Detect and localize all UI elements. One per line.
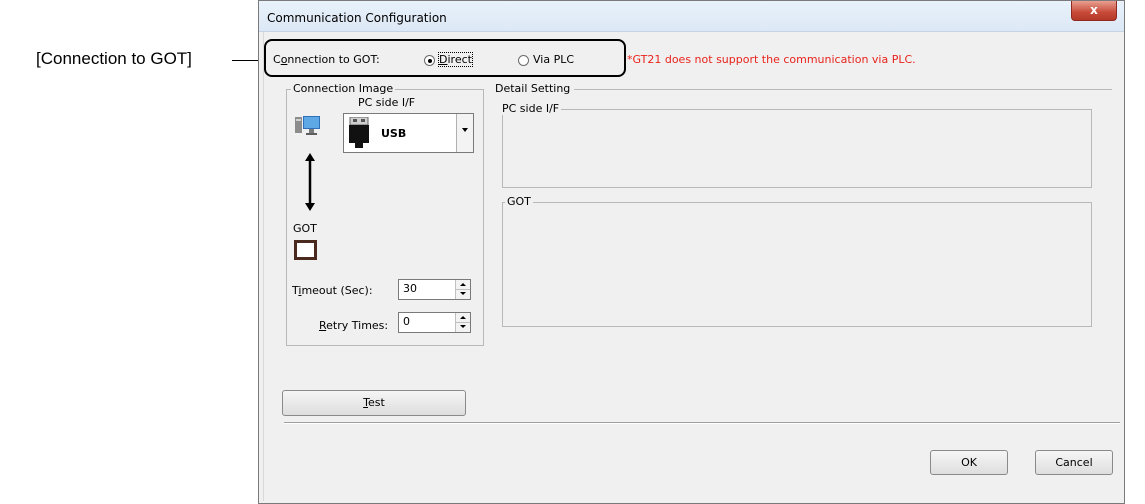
communication-configuration-dialog: Communication Configuration x Connection…: [258, 0, 1125, 504]
interface-value: USB: [381, 127, 407, 140]
close-button[interactable]: x: [1071, 1, 1117, 21]
test-button[interactable]: Test: [282, 390, 466, 416]
retry-times-input[interactable]: 0: [398, 312, 471, 333]
timeout-label: Timeout (Sec):: [292, 284, 373, 297]
direct-radio[interactable]: [424, 55, 435, 66]
via-plc-radio[interactable]: [518, 55, 529, 66]
got-screen-icon: [294, 240, 317, 260]
bidirectional-arrow-icon: [303, 153, 317, 211]
detail-setting-title: Detail Setting: [493, 82, 573, 95]
detail-setting-divider: [574, 89, 1112, 90]
footer-separator: [284, 422, 1120, 424]
timeout-up-icon[interactable]: [456, 280, 470, 290]
timeout-down-icon[interactable]: [456, 290, 470, 300]
retry-spinner[interactable]: [455, 313, 470, 332]
timeout-value: 30: [403, 282, 417, 295]
timeout-spinner[interactable]: [455, 280, 470, 299]
interface-dropdown-button[interactable]: [456, 114, 473, 152]
window-title: Communication Configuration: [267, 11, 447, 25]
timeout-input[interactable]: 30: [398, 279, 471, 300]
pc-side-if-detail-title: PC side I/F: [500, 102, 562, 115]
got-detail-title: GOT: [505, 195, 533, 208]
title-bar: Communication Configuration x: [259, 1, 1124, 32]
pc-side-interface-select[interactable]: USB: [343, 113, 474, 153]
dialog-client-area: Connection to GOT: Direct Via PLC *GT21 …: [263, 32, 1121, 501]
retry-down-icon[interactable]: [456, 323, 470, 333]
retry-times-label: Retry Times:: [319, 319, 389, 332]
connection-to-got-label: Connection to GOT:: [273, 53, 380, 66]
usb-icon: [348, 116, 370, 149]
connection-callout-label: [Connection to GOT]: [36, 49, 192, 68]
pc-icon: [295, 115, 321, 139]
retry-times-value: 0: [403, 315, 410, 328]
connection-image-group-title: Connection Image: [291, 82, 396, 95]
pc-side-if-detail-group: [502, 109, 1092, 188]
retry-up-icon[interactable]: [456, 313, 470, 323]
got-label: GOT: [293, 222, 317, 235]
via-plc-radio-label[interactable]: Via PLC: [533, 53, 574, 66]
pc-side-if-label: PC side I/F: [358, 96, 416, 109]
got-detail-group: [502, 202, 1092, 327]
ok-button[interactable]: OK: [930, 450, 1008, 475]
cancel-button[interactable]: Cancel: [1035, 450, 1113, 475]
close-icon: x: [1090, 3, 1098, 17]
direct-radio-label[interactable]: Direct: [438, 52, 473, 67]
gt21-warning-text: *GT21 does not support the communication…: [627, 53, 916, 66]
